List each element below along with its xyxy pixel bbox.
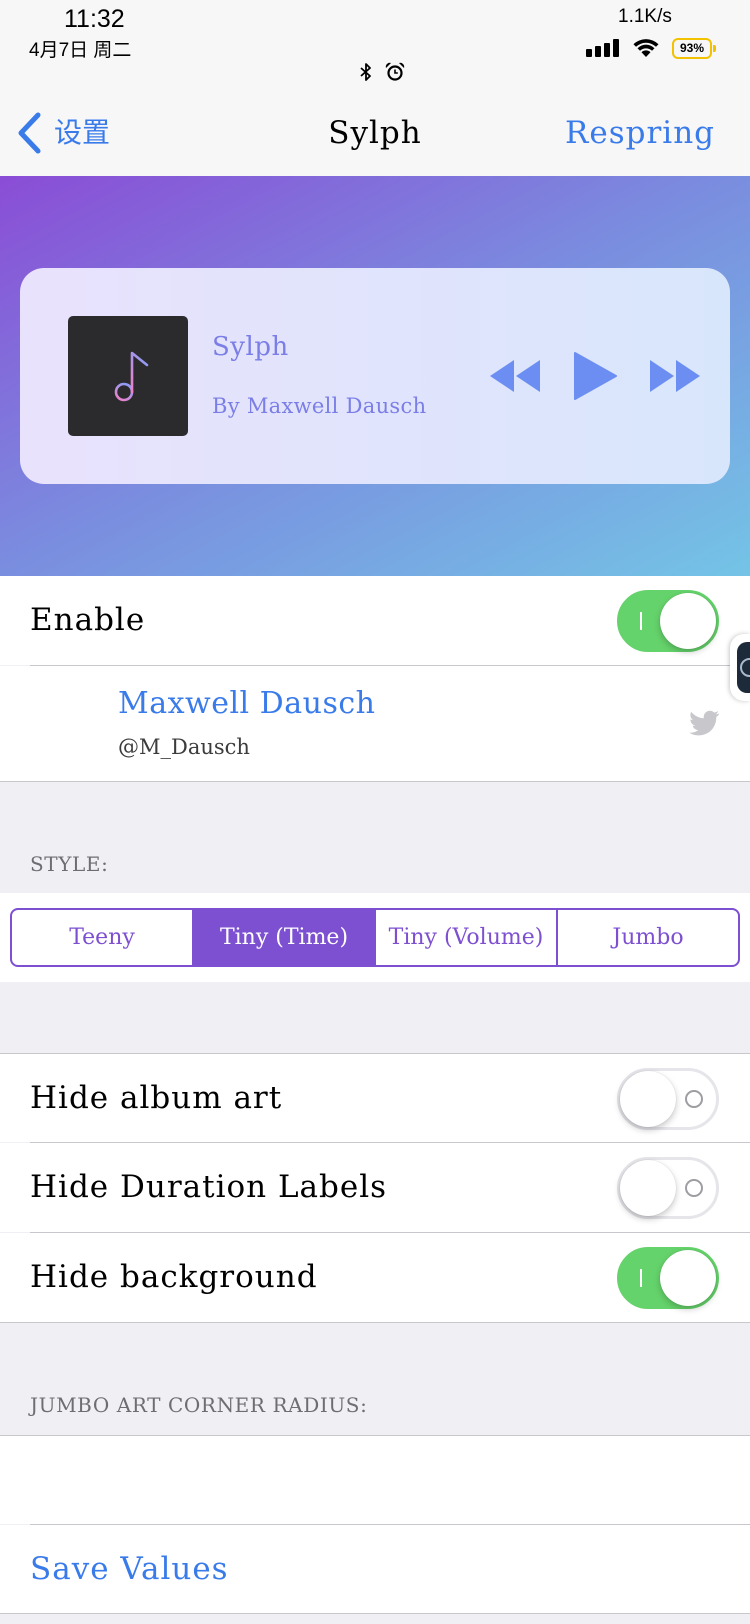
- assistive-touch-inner: [737, 642, 750, 693]
- segment-tiny-time[interactable]: Tiny (Time): [192, 910, 374, 965]
- enable-row: Enable: [0, 576, 750, 665]
- divider: [0, 781, 750, 782]
- option-row-hide-duration-labels: Hide Duration Labels: [0, 1143, 750, 1232]
- toggle-on-mark: [640, 1269, 642, 1287]
- option-label: Hide background: [30, 1259, 318, 1295]
- album-art: [68, 316, 188, 436]
- save-values-label: Save Values: [30, 1551, 229, 1587]
- option-label: Hide Duration Labels: [30, 1169, 388, 1205]
- style-segmented-control: Teeny Tiny (Time) Tiny (Volume) Jumbo: [10, 908, 740, 967]
- toggle-knob: [620, 1071, 676, 1127]
- author-handle: @M_Dausch: [118, 735, 250, 759]
- hide-background-toggle[interactable]: [617, 1247, 719, 1309]
- toggle-on-mark: [640, 612, 642, 630]
- assistive-touch-ring-icon: [740, 658, 750, 677]
- top-bar: 11:32 4月7日 周二 1.1K/s 93% 设置 Sylph Respri…: [0, 0, 750, 176]
- alarm-icon: [385, 62, 405, 81]
- corner-radius-section-header: JUMBO ART CORNER RADIUS:: [30, 1393, 368, 1417]
- play-icon[interactable]: [573, 352, 617, 400]
- rewind-icon[interactable]: [490, 360, 540, 392]
- bluetooth-icon: [360, 63, 371, 81]
- network-speed: 1.1K/s: [618, 6, 672, 27]
- hide-duration-labels-toggle[interactable]: [617, 1157, 719, 1219]
- option-row-hide-album-art: Hide album art: [0, 1054, 750, 1142]
- battery-percent: 93%: [679, 41, 705, 55]
- signal-icon: [586, 39, 619, 57]
- toggle-off-mark: [685, 1090, 703, 1108]
- option-label: Hide album art: [30, 1080, 283, 1116]
- corner-radius-input[interactable]: [30, 1436, 720, 1524]
- toggle-knob: [660, 593, 716, 649]
- segment-tiny-volume[interactable]: Tiny (Volume): [374, 910, 556, 965]
- enable-toggle[interactable]: [617, 590, 719, 652]
- divider: [0, 1322, 750, 1323]
- status-time: 11:32: [64, 5, 125, 33]
- status-date: 4月7日 周二: [29, 40, 132, 61]
- music-note-icon: [114, 351, 149, 402]
- segment-jumbo[interactable]: Jumbo: [556, 910, 738, 965]
- save-values-button[interactable]: Save Values: [0, 1525, 750, 1613]
- battery-icon: 93%: [672, 38, 716, 59]
- segment-teeny[interactable]: Teeny: [12, 910, 192, 965]
- corner-radius-row: [0, 1436, 750, 1524]
- style-row: Teeny Tiny (Time) Tiny (Volume) Jumbo: [0, 893, 750, 982]
- battery-nub: [713, 45, 716, 52]
- song-title: Sylph: [212, 332, 289, 362]
- song-artist: By Maxwell Dausch: [212, 394, 427, 418]
- assistive-touch-button[interactable]: [730, 634, 750, 701]
- toggle-knob: [620, 1160, 676, 1216]
- toggle-off-mark: [685, 1179, 703, 1197]
- hide-album-art-toggle[interactable]: [617, 1068, 719, 1130]
- fast-forward-icon[interactable]: [650, 360, 700, 392]
- toggle-knob: [660, 1250, 716, 1306]
- wifi-icon: [633, 39, 659, 57]
- divider: [0, 1613, 750, 1614]
- twitter-icon: [689, 710, 720, 736]
- author-name: Maxwell Dausch: [118, 686, 376, 721]
- respring-button[interactable]: Respring: [565, 112, 715, 154]
- style-section-header: STYLE:: [30, 852, 109, 876]
- option-row-hide-background: Hide background: [0, 1233, 750, 1322]
- player-preview-card: Sylph By Maxwell Dausch: [20, 268, 730, 484]
- preview-header: Sylph By Maxwell Dausch: [0, 176, 750, 576]
- author-link-row[interactable]: Maxwell Dausch @M_Dausch: [0, 666, 750, 781]
- enable-label: Enable: [30, 602, 146, 638]
